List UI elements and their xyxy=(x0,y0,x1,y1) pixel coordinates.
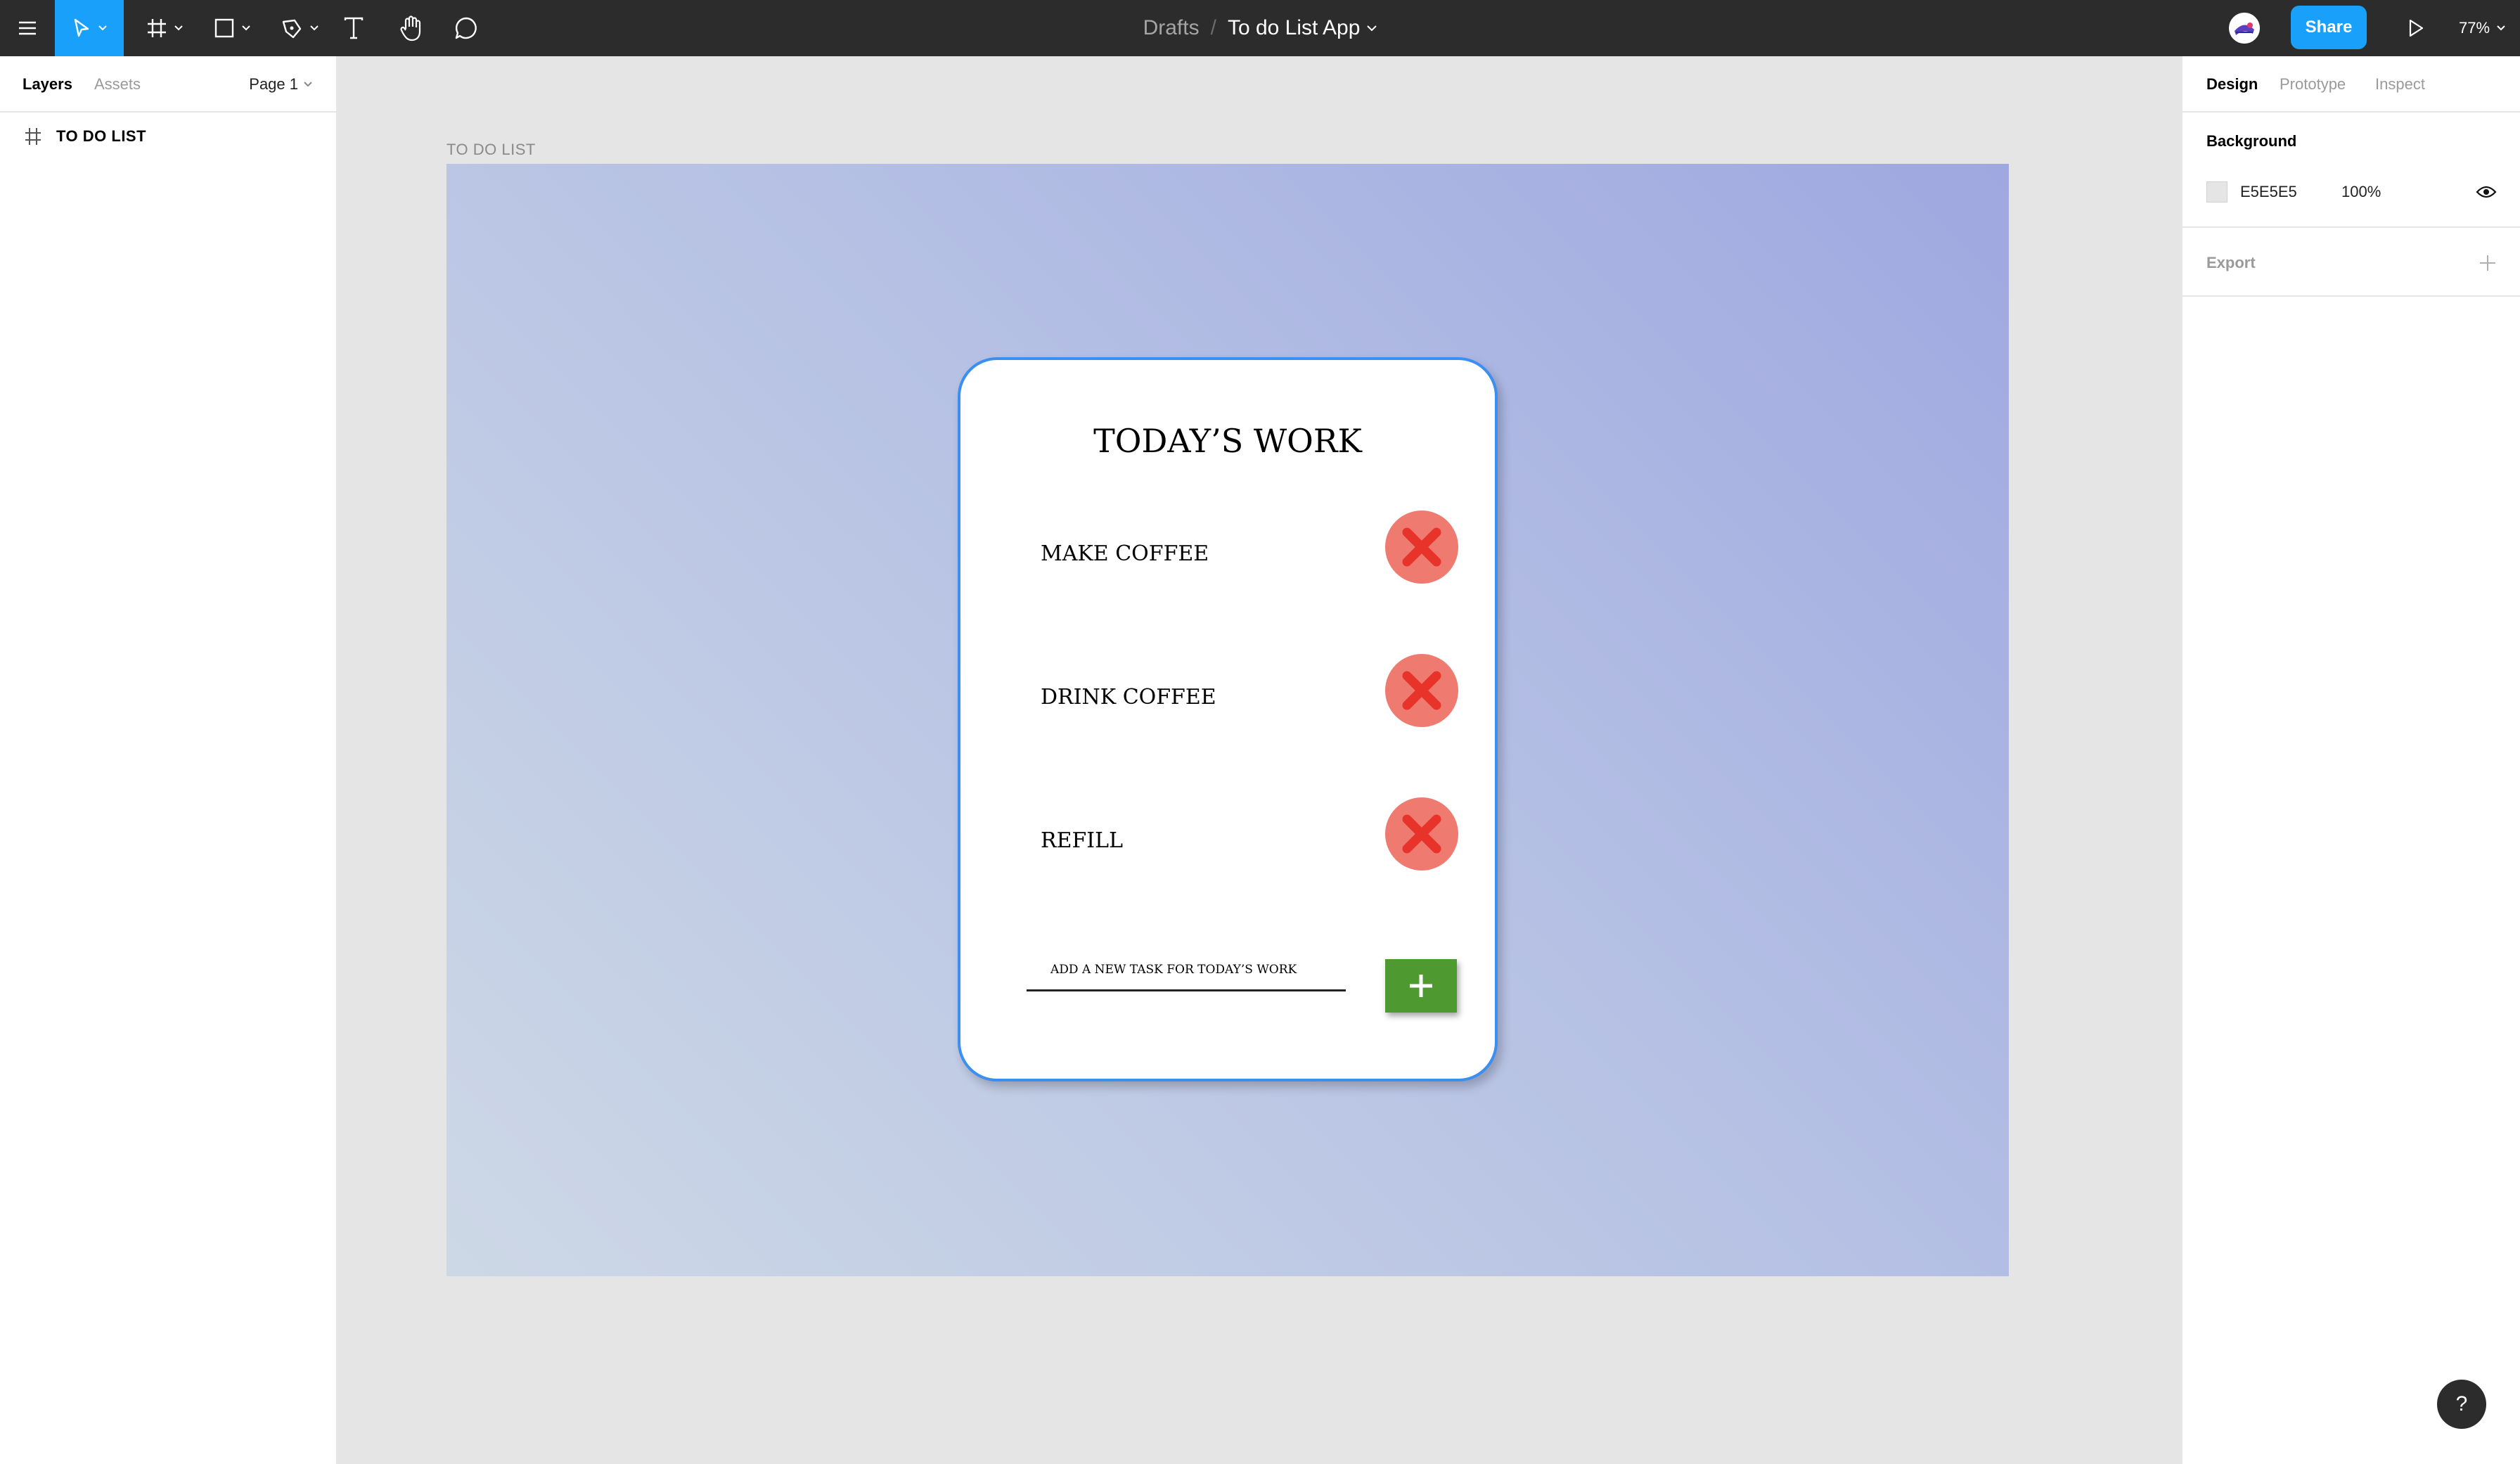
export-section: Export xyxy=(2182,229,2520,297)
zoom-level: 77% xyxy=(2458,19,2490,37)
task-label: MAKE COFFEE xyxy=(1041,541,1209,566)
present-button[interactable] xyxy=(2388,0,2444,56)
background-section: Background E5E5E5 100% xyxy=(2182,113,2520,228)
chevron-down-icon xyxy=(242,25,250,31)
tab-design[interactable]: Design xyxy=(2206,56,2258,113)
text-tool-button[interactable] xyxy=(339,0,368,56)
file-name[interactable]: To do List App xyxy=(1228,16,1360,40)
play-icon xyxy=(2409,19,2424,37)
right-panel-tabs: Design Prototype Inspect xyxy=(2182,56,2520,113)
left-panel-tabs: Layers Assets Page 1 xyxy=(0,56,336,113)
pen-tool-button[interactable] xyxy=(273,0,326,56)
chevron-down-icon xyxy=(174,25,183,31)
shape-tool-button[interactable] xyxy=(205,0,259,56)
new-task-placeholder: ADD A NEW TASK FOR TODAY’S WORK xyxy=(1050,962,1297,977)
close-icon xyxy=(1402,814,1441,854)
todo-card[interactable]: TODAY’S WORK MAKE COFFEE DRINK COFFEE RE… xyxy=(958,357,1498,1081)
background-color-swatch[interactable] xyxy=(2206,181,2228,203)
tab-layers[interactable]: Layers xyxy=(22,56,72,113)
export-title: Export xyxy=(2206,254,2256,271)
menu-icon xyxy=(19,21,36,35)
tab-prototype[interactable]: Prototype xyxy=(2280,56,2346,113)
comment-tool-button[interactable] xyxy=(450,0,482,56)
close-icon xyxy=(1402,527,1441,567)
page-selector[interactable]: Page 1 xyxy=(249,56,312,113)
page-selector-label: Page 1 xyxy=(249,75,298,93)
share-button[interactable]: Share xyxy=(2291,6,2367,49)
frame-tool-button[interactable] xyxy=(138,0,191,56)
move-tool-button[interactable] xyxy=(55,0,124,56)
visibility-toggle[interactable] xyxy=(2474,181,2499,203)
avatar-icon xyxy=(2229,13,2260,44)
eye-icon xyxy=(2476,186,2497,198)
background-hex-input[interactable]: E5E5E5 xyxy=(2240,181,2297,203)
background-title: Background xyxy=(2206,132,2297,150)
top-toolbar: Drafts / To do List App Share 77% xyxy=(0,0,2520,56)
avatar[interactable] xyxy=(2228,11,2261,45)
new-task-input[interactable]: ADD A NEW TASK FOR TODAY’S WORK xyxy=(1027,949,1346,991)
add-export-icon[interactable] xyxy=(2476,252,2499,274)
frame-label[interactable]: TO DO LIST xyxy=(446,141,536,159)
layer-label: TO DO LIST xyxy=(56,127,147,145)
file-breadcrumb: Drafts / To do List App xyxy=(0,0,2520,56)
delete-task-button[interactable] xyxy=(1385,797,1458,871)
chevron-down-icon xyxy=(310,25,319,31)
move-tool-icon xyxy=(74,18,89,37)
breadcrumb-drafts[interactable]: Drafts xyxy=(1143,16,1200,40)
chevron-down-icon[interactable] xyxy=(1367,25,1377,32)
hand-tool-button[interactable] xyxy=(394,0,429,56)
chevron-down-icon xyxy=(2497,25,2505,31)
text-tool-icon xyxy=(344,17,364,39)
chevron-down-icon xyxy=(98,25,107,31)
zoom-menu[interactable]: 77% xyxy=(2444,0,2520,56)
add-task-button[interactable] xyxy=(1385,959,1457,1013)
delete-task-button[interactable] xyxy=(1385,511,1458,584)
delete-task-button[interactable] xyxy=(1385,654,1458,727)
task-label: DRINK COFFEE xyxy=(1041,685,1216,709)
hand-tool-icon xyxy=(400,15,421,41)
shape-tool-icon xyxy=(214,18,234,38)
task-label: REFILL xyxy=(1041,828,1123,853)
help-button[interactable]: ? xyxy=(2437,1380,2486,1429)
frame-tool-icon xyxy=(148,19,166,37)
comment-tool-icon xyxy=(455,17,477,39)
properties-panel: Design Prototype Inspect Background E5E5… xyxy=(2181,56,2520,1464)
chevron-down-icon xyxy=(304,82,312,87)
close-icon xyxy=(1402,671,1441,710)
frame-icon xyxy=(25,128,41,145)
pen-tool-icon xyxy=(282,19,302,39)
breadcrumb-separator: / xyxy=(1210,16,1216,39)
tab-assets[interactable]: Assets xyxy=(94,56,141,113)
main-menu-button[interactable] xyxy=(0,0,55,56)
tab-inspect[interactable]: Inspect xyxy=(2375,56,2425,113)
background-opacity-input[interactable]: 100% xyxy=(2341,181,2381,203)
layers-panel: Layers Assets Page 1 TO DO LIST xyxy=(0,56,338,1464)
layer-item-to-do-list[interactable]: TO DO LIST xyxy=(0,117,336,156)
plus-icon xyxy=(1410,975,1432,997)
card-title: TODAY’S WORK xyxy=(1093,422,1362,460)
